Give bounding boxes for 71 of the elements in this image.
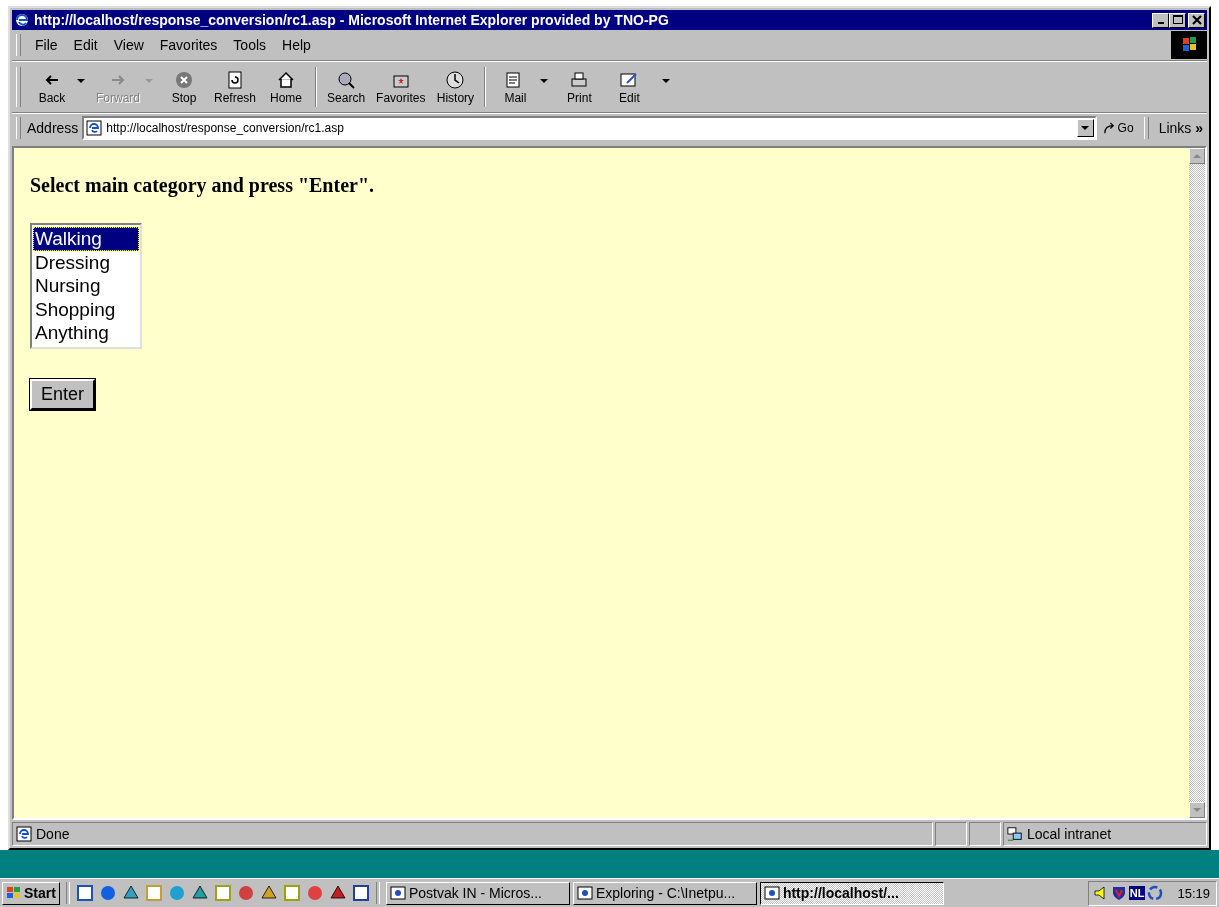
history-clock-icon — [445, 69, 466, 90]
window-title: http://localhost/response_conversion/rc1.asp - Microsoft Internet Explorer provided by TNO-PG — [34, 12, 669, 28]
down-arrow-icon — [1193, 808, 1201, 812]
list-option[interactable]: Dressing — [33, 250, 139, 274]
menu-item[interactable]: Favorites — [151, 37, 226, 53]
page-e-icon — [16, 826, 32, 842]
list-option[interactable]: Shopping — [33, 297, 139, 321]
dropdown-arrow-icon[interactable] — [540, 79, 549, 83]
toolbar-button[interactable]: Search — [321, 67, 372, 107]
minimize-icon — [1157, 22, 1164, 24]
toolbar-button[interactable]: Home — [261, 67, 312, 107]
caret-icon — [1081, 126, 1090, 130]
menu-item[interactable]: File — [27, 37, 66, 53]
status-pane — [935, 822, 967, 846]
list-option[interactable]: Nursing — [33, 274, 139, 298]
windows-flag-icon — [6, 886, 22, 900]
window-icon — [389, 885, 406, 901]
curved-arrow-icon — [1102, 121, 1116, 135]
status-text: Done — [36, 826, 70, 842]
window-icon — [763, 885, 780, 901]
toolbar-button[interactable]: Stop — [159, 67, 209, 107]
up-arrow-icon — [1193, 154, 1201, 158]
minimize-button[interactable] — [1152, 12, 1169, 28]
list-option[interactable]: Walking — [33, 227, 139, 251]
language-indicator[interactable]: NL — [1128, 886, 1146, 900]
vertical-scrollbar[interactable] — [1189, 148, 1205, 818]
zone-text: Local intranet — [1027, 826, 1112, 842]
address-label: Address — [27, 120, 79, 136]
links-button[interactable]: Links » — [1154, 120, 1207, 136]
close-icon — [1191, 15, 1202, 25]
network-computers-icon — [1007, 826, 1023, 842]
taskbar-task[interactable]: Postvak IN - Micros... — [385, 881, 570, 905]
checkbox-icon[interactable] — [75, 884, 94, 902]
clock: 15:19 — [1177, 885, 1210, 901]
page-heading: Select main category and press "Enter". — [30, 174, 375, 197]
page-e-icon — [86, 120, 103, 136]
window-icon[interactable] — [351, 884, 370, 902]
close-button[interactable] — [1188, 12, 1205, 28]
recycle-arrows-icon[interactable] — [1147, 885, 1164, 901]
printer-icon — [569, 69, 590, 90]
toolbar-button[interactable]: Refresh — [209, 67, 262, 107]
more-arrow-icon[interactable] — [662, 79, 671, 83]
maximize-button[interactable] — [1169, 12, 1186, 28]
toolbar-button[interactable]: Print — [554, 67, 605, 107]
shield-icon[interactable] — [1110, 885, 1127, 901]
stop-icon — [174, 69, 194, 90]
address-dropdown-button[interactable] — [1076, 119, 1094, 137]
menu-item[interactable]: Tools — [225, 37, 275, 53]
maximize-icon — [1172, 15, 1183, 25]
toolbar-button[interactable]: History — [430, 67, 481, 107]
taskbar-task[interactable]: http://localhost/... — [759, 881, 944, 905]
taskbar-task[interactable]: Exploring - C:\Inetpu... — [572, 881, 757, 905]
search-icon — [336, 69, 357, 90]
toolbar-button[interactable]: Edit — [604, 67, 655, 107]
menu-item[interactable]: View — [105, 37, 152, 53]
enter-button[interactable]: Enter — [30, 378, 96, 410]
window-icon — [576, 885, 593, 901]
category-listbox[interactable]: Walking Dressing Nursing Shopping Anything — [30, 223, 142, 349]
toolbar-button[interactable]: Mail — [490, 67, 541, 107]
dropdown-arrow-icon[interactable] — [77, 79, 85, 83]
status-pane — [969, 822, 1001, 846]
go-button[interactable]: Go — [1096, 121, 1140, 135]
windows-flag-icon — [1171, 31, 1207, 59]
list-option[interactable]: Anything — [33, 321, 139, 345]
browser-e-icon — [14, 12, 30, 28]
menu-item[interactable]: Help — [274, 37, 319, 53]
toolbar-button[interactable]: Back — [27, 67, 77, 107]
menu-item[interactable]: Edit — [65, 37, 106, 53]
toolbar-button[interactable]: Favorites — [371, 67, 431, 107]
address-field[interactable]: http://localhost/response_conversion/rc1.asp — [82, 116, 1097, 140]
start-button[interactable]: Start — [2, 881, 60, 905]
